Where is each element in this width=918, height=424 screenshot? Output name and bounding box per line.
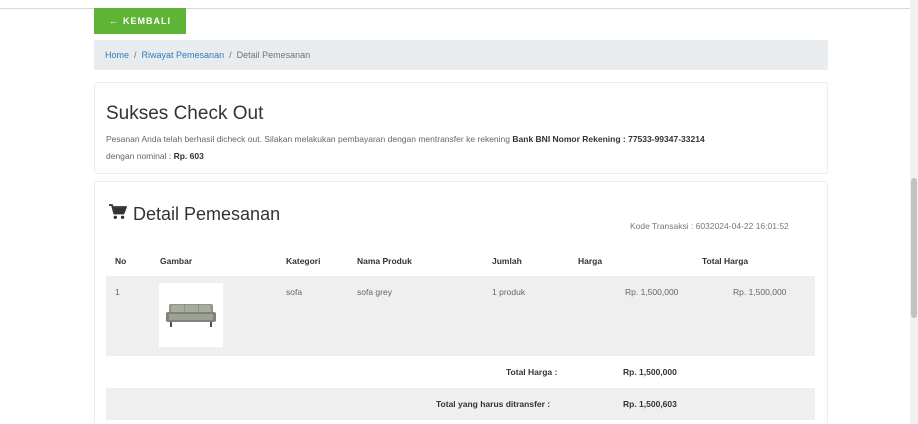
success-card: Sukses Check Out Pesanan Anda telah berh… bbox=[94, 82, 828, 174]
column-header-product-name: Nama Produk bbox=[357, 256, 412, 266]
column-header-category: Kategori bbox=[286, 256, 321, 266]
column-header-no: No bbox=[115, 256, 127, 266]
order-detail-title-text: Detail Pemesanan bbox=[133, 204, 281, 224]
total-price-label: Total Harga : bbox=[506, 367, 558, 377]
column-header-price: Harga bbox=[578, 256, 603, 266]
sofa-icon bbox=[166, 304, 216, 327]
breadcrumb-home[interactable]: Home bbox=[105, 50, 129, 60]
scrollbar-thumb[interactable] bbox=[911, 178, 917, 318]
column-header-quantity: Jumlah bbox=[492, 256, 522, 266]
row-total-price: Rp. 1,500,000 bbox=[733, 287, 787, 297]
row-number: 1 bbox=[115, 287, 120, 297]
row-category: sofa bbox=[286, 287, 303, 297]
bank-info: Bank BNI Nomor Rekening : 77533-99347-33… bbox=[512, 134, 705, 144]
product-image bbox=[159, 283, 223, 347]
row-product-name: sofa grey bbox=[357, 287, 392, 297]
breadcrumb-history[interactable]: Riwayat Pemesanan bbox=[142, 50, 225, 60]
transfer-total-value: Rp. 1,500,603 bbox=[623, 399, 677, 409]
success-message: Pesanan Anda telah berhasil dicheck out.… bbox=[106, 131, 818, 165]
row-quantity: 1 produk bbox=[492, 287, 526, 297]
success-title: Sukses Check Out bbox=[106, 103, 264, 124]
success-message-text: Pesanan Anda telah berhasil dicheck out.… bbox=[106, 134, 511, 144]
column-header-total-price: Total Harga bbox=[702, 256, 749, 266]
total-price-value: Rp. 1,500,000 bbox=[623, 367, 677, 377]
breadcrumb-current: Detail Pemesanan bbox=[236, 50, 311, 60]
breadcrumb-separator: / bbox=[229, 50, 232, 60]
transfer-total-label: Total yang harus ditransfer : bbox=[436, 399, 551, 409]
arrow-left-icon: ← bbox=[109, 16, 119, 26]
breadcrumb: Home / Riwayat Pemesanan / Detail Pemesa… bbox=[94, 40, 828, 70]
back-button[interactable]: ← KEMBALI bbox=[94, 8, 186, 34]
transaction-code: Kode Transaksi : 6032024-04-22 16:01:52 bbox=[630, 221, 789, 231]
scrollbar[interactable] bbox=[910, 0, 918, 424]
nominal-label: dengan nominal : bbox=[106, 151, 172, 161]
back-button-label: KEMBALI bbox=[123, 16, 171, 26]
column-header-image: Gambar bbox=[160, 256, 193, 266]
order-detail-title: Detail Pemesanan bbox=[109, 204, 280, 225]
row-price: Rp. 1,500,000 bbox=[625, 287, 679, 297]
nominal-value: Rp. 603 bbox=[173, 151, 204, 161]
shopping-cart-icon bbox=[109, 204, 127, 225]
breadcrumb-separator: / bbox=[134, 50, 137, 60]
